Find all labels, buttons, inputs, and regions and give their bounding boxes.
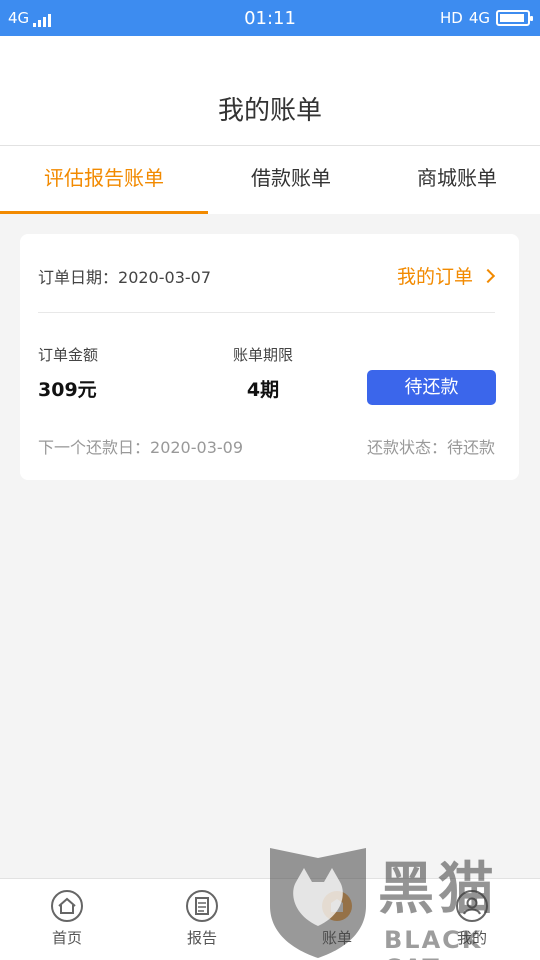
tabbar-profile-label: 我的 (456, 929, 487, 947)
order-date-row: 订单日期：2020-03-07 我的订单 (38, 264, 501, 290)
next-due-label: 下一个还款日： (38, 438, 151, 457)
tabbar-report-label: 报告 (186, 929, 217, 947)
bill-term-value: 4期 (246, 379, 280, 401)
status-bar: 4G 01:11 HD 4G (0, 0, 540, 36)
status-right: HD 4G (439, 9, 533, 27)
bottom-tab-bar: 首页 报告 账单 我的 (0, 878, 540, 960)
tabbar-profile[interactable]: 我的 (432, 889, 512, 948)
divider (38, 312, 495, 313)
my-order-link[interactable]: 我的订单 (396, 262, 496, 289)
bill-term: 账单期限 4期 (233, 344, 293, 402)
tab-mall-bill[interactable]: 商城账单 (374, 146, 540, 214)
bill-card[interactable]: 订单日期：2020-03-07 我的订单 订单金额 309元 账单期限 4期 待… (20, 234, 519, 480)
battery-icon (496, 10, 533, 26)
tabbar-home-label: 首页 (51, 929, 82, 947)
repayment-status-value: 待还款 (446, 438, 495, 457)
tabbar-report[interactable]: 报告 (162, 889, 242, 948)
page-header: 我的账单 (0, 36, 540, 146)
tabbar-home[interactable]: 首页 (27, 889, 107, 948)
bill-term-label: 账单期限 (233, 346, 294, 364)
hd-indicator: HD (439, 9, 463, 27)
order-date-value: 2020-03-07 (118, 268, 211, 287)
my-order-label: 我的订单 (396, 266, 473, 288)
repayment-status: 还款状态：待还款 (367, 434, 495, 458)
bill-tabs: 评估报告账单 借款账单 商城账单 (0, 146, 540, 214)
repayment-status-label: 还款状态： (366, 438, 447, 457)
order-amount: 订单金额 309元 (38, 344, 98, 402)
report-icon (186, 890, 218, 922)
repayment-info-row: 下一个还款日：2020-03-09 还款状态：待还款 (38, 434, 495, 458)
network-type-right: 4G (468, 9, 490, 27)
page-title: 我的账单 (217, 96, 322, 126)
bill-icon (322, 891, 352, 921)
home-icon (51, 890, 83, 922)
tab-assessment-bill[interactable]: 评估报告账单 (0, 146, 208, 214)
chevron-right-icon (480, 268, 496, 283)
order-date-label: 订单日期： (38, 268, 119, 287)
order-amount-value: 309元 (38, 379, 97, 401)
tabbar-bill[interactable]: 账单 (297, 889, 377, 948)
order-amount-label: 订单金额 (38, 346, 99, 364)
pending-repayment-button[interactable]: 待还款 (367, 370, 496, 405)
profile-icon (456, 890, 488, 922)
next-due-date: 2020-03-09 (150, 438, 243, 457)
tab-loan-bill[interactable]: 借款账单 (208, 146, 374, 214)
tabbar-bill-label: 账单 (321, 929, 352, 947)
